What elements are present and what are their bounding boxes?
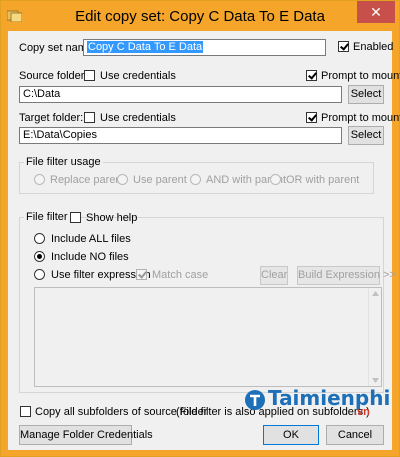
target-folder-label: Target folder: bbox=[19, 112, 84, 124]
watermark-brand: Taimienphi bbox=[268, 386, 391, 410]
clear-button[interactable]: Clear bbox=[260, 266, 288, 285]
watermark-suffix: .vn bbox=[354, 406, 370, 418]
include-no-files-label: Include NO files bbox=[51, 251, 129, 263]
copy-subfolders-checkbox[interactable] bbox=[20, 406, 31, 417]
target-prompt-to-mount-checkbox[interactable] bbox=[306, 112, 317, 123]
file-filter-title: File filter bbox=[24, 211, 70, 223]
usage-use-parent-label: Use parent bbox=[133, 174, 187, 186]
source-use-credentials-label: Use credentials bbox=[100, 70, 176, 82]
include-all-files-label: Include ALL files bbox=[51, 233, 131, 245]
usage-use-parent-radio[interactable] bbox=[117, 174, 128, 185]
expression-scrollbar[interactable] bbox=[368, 288, 381, 386]
include-all-files-radio[interactable] bbox=[34, 233, 45, 244]
dialog-body: Copy set name: Copy C Data To E Data Ena… bbox=[8, 31, 400, 450]
file-filter-usage-title: File filter usage bbox=[24, 156, 103, 168]
copy-set-name-value: Copy C Data To E Data bbox=[87, 41, 204, 53]
copy-set-name-input[interactable]: Copy C Data To E Data bbox=[83, 39, 326, 56]
target-select-button[interactable]: Select bbox=[348, 126, 384, 145]
manage-folder-credentials-button[interactable]: Manage Folder Credentials bbox=[19, 425, 153, 445]
include-no-files-radio[interactable] bbox=[34, 251, 45, 262]
usage-or-with-parent-label: OR with parent bbox=[286, 174, 360, 186]
source-prompt-to-mount-label: Prompt to mount bbox=[321, 70, 400, 82]
scroll-down-icon bbox=[372, 378, 379, 383]
enabled-checkbox[interactable] bbox=[338, 41, 349, 52]
filter-expression-textarea[interactable] bbox=[34, 287, 382, 387]
source-prompt-to-mount-checkbox[interactable] bbox=[306, 70, 317, 81]
watermark-badge-icon bbox=[245, 390, 265, 410]
usage-replace-parent-radio[interactable] bbox=[34, 174, 45, 185]
ok-button[interactable]: OK bbox=[263, 425, 319, 445]
source-folder-label: Source folder: bbox=[19, 70, 88, 82]
match-case-label: Match case bbox=[152, 269, 209, 281]
scroll-up-icon bbox=[372, 291, 379, 296]
show-help-checkbox[interactable] bbox=[70, 212, 81, 223]
close-button[interactable]: ✕ bbox=[357, 1, 395, 23]
window-title: Edit copy set: Copy C Data To E Data bbox=[75, 8, 325, 25]
usage-and-with-parent-radio[interactable] bbox=[190, 174, 201, 185]
source-use-credentials-checkbox[interactable] bbox=[84, 70, 95, 81]
usage-or-with-parent-radio[interactable] bbox=[270, 174, 281, 185]
source-select-button[interactable]: Select bbox=[348, 85, 384, 104]
build-expression-button[interactable]: Build Expression >> bbox=[297, 266, 396, 285]
target-folder-input[interactable]: E:\Data\Copies bbox=[19, 127, 342, 144]
match-case-checkbox[interactable] bbox=[136, 269, 147, 280]
dialog-window: Edit copy set: Copy C Data To E Data ✕ C… bbox=[0, 0, 400, 457]
show-help-label: Show help bbox=[86, 212, 138, 224]
title-bar[interactable]: Edit copy set: Copy C Data To E Data ✕ bbox=[1, 1, 399, 31]
cancel-button[interactable]: Cancel bbox=[326, 425, 384, 445]
usage-replace-parent-label: Replace parent bbox=[50, 174, 125, 186]
source-folder-input[interactable]: C:\Data bbox=[19, 86, 342, 103]
target-prompt-to-mount-label: Prompt to mount bbox=[321, 112, 400, 124]
use-filter-expression-radio[interactable] bbox=[34, 269, 45, 280]
target-use-credentials-checkbox[interactable] bbox=[84, 112, 95, 123]
target-use-credentials-label: Use credentials bbox=[100, 112, 176, 124]
enabled-label: Enabled bbox=[353, 41, 394, 53]
